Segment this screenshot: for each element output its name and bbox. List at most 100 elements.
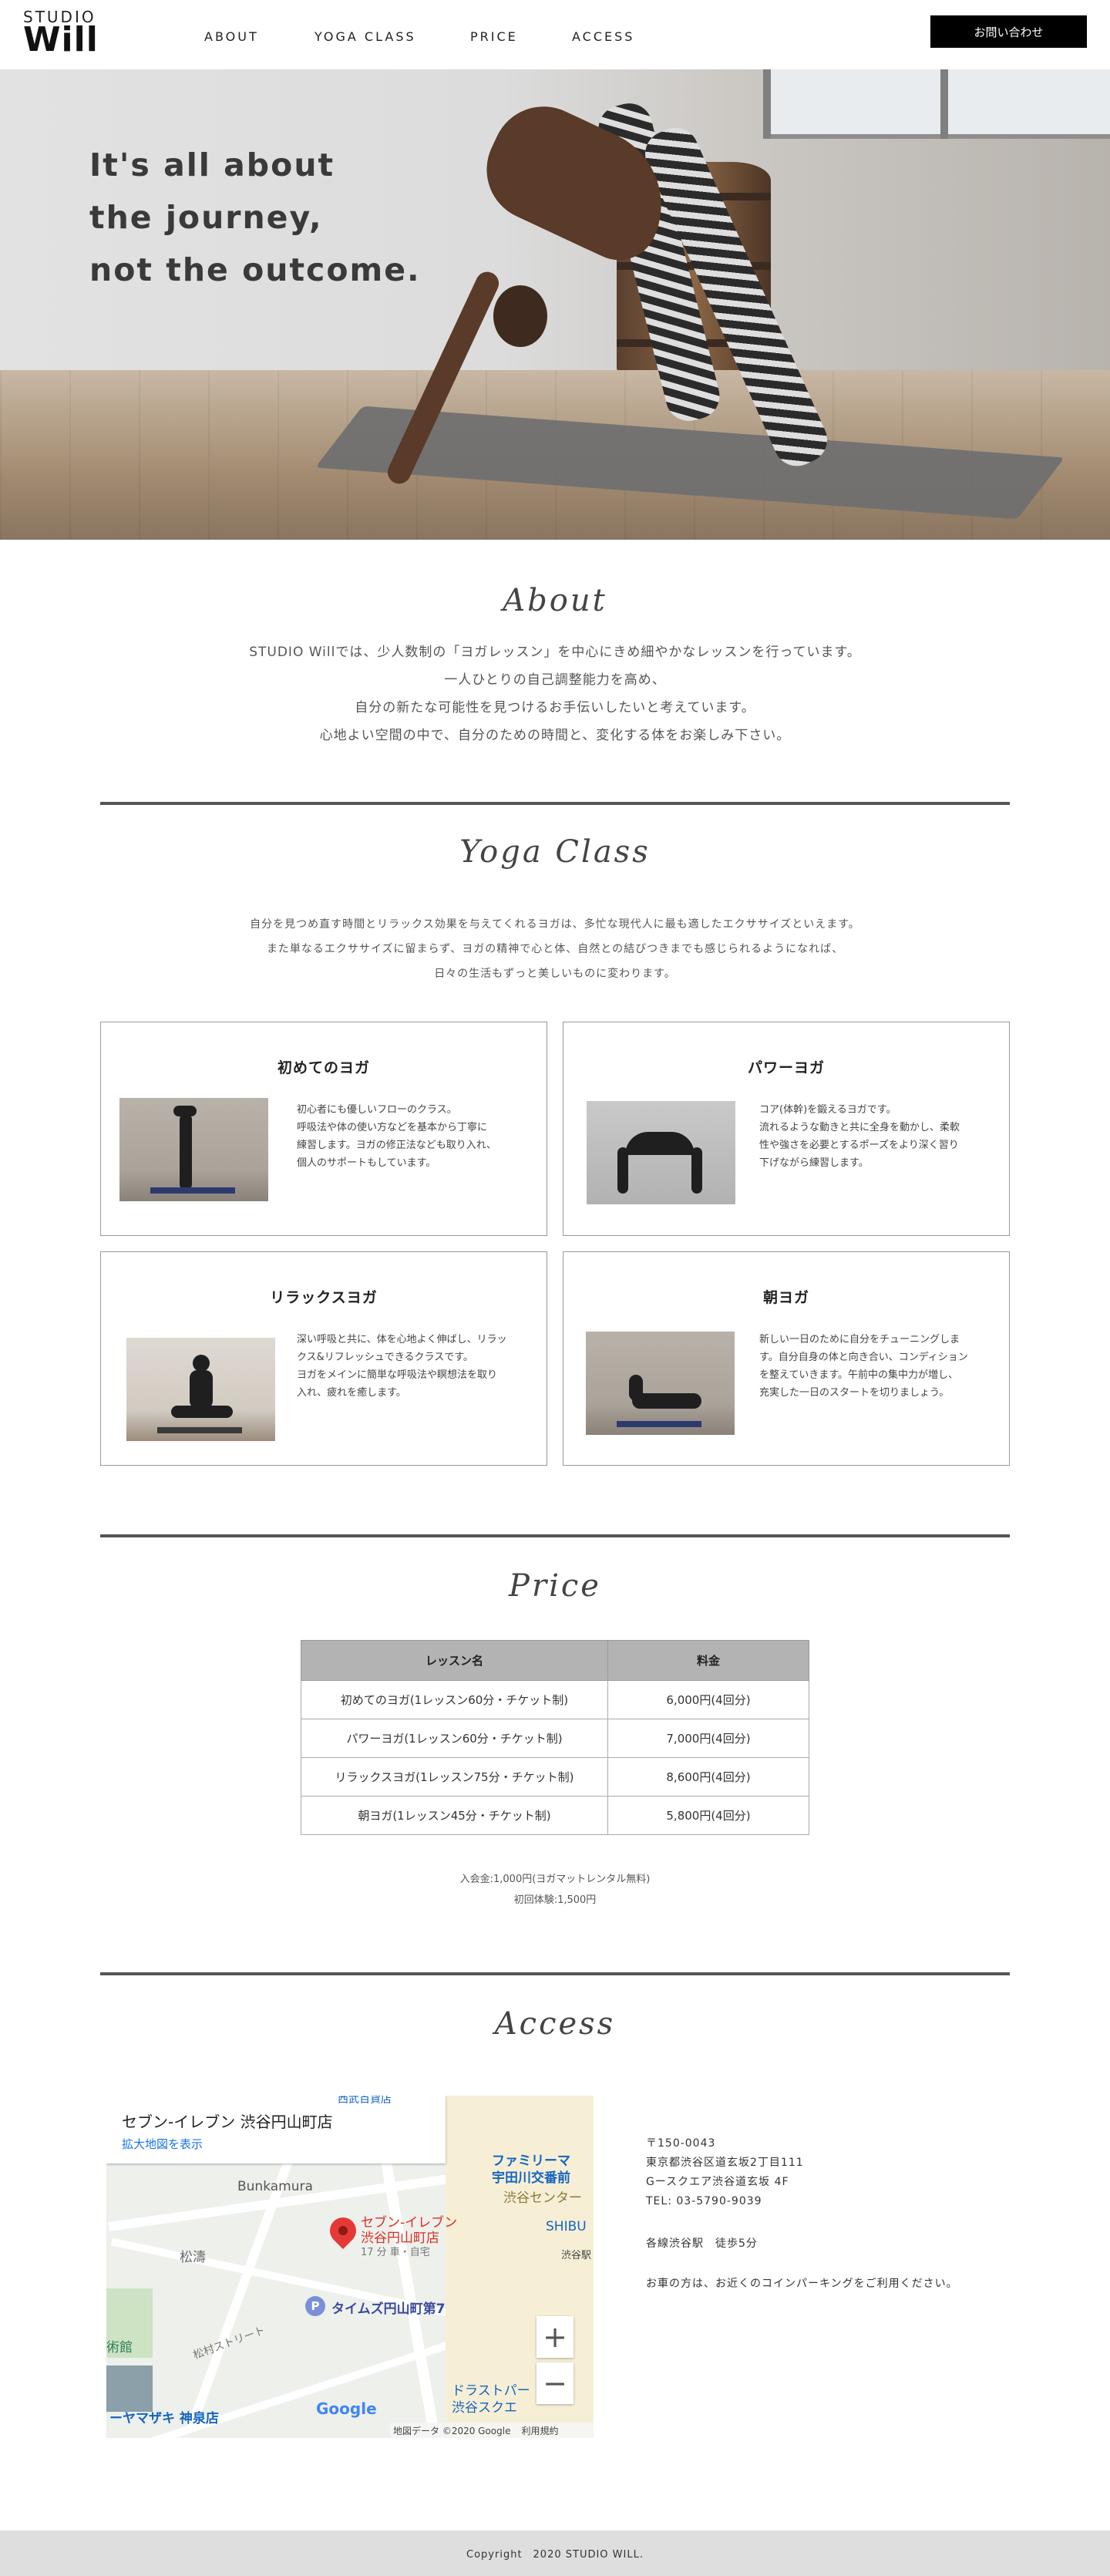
map-label: 渋谷スクエ <box>452 2400 517 2416</box>
card-desc-line: 呼吸法や体の使い方などを基本から丁寧に <box>297 1122 488 1133</box>
about-line: STUDIO Willでは、少人数制の「ヨガレッスン」を中心にきめ細やかなレッス… <box>249 645 861 660</box>
card-desc-line: を整えていきます。午前中の集中力が増し、 <box>759 1369 959 1381</box>
lesson-price: 7,000円(4回分) <box>607 1719 809 1758</box>
map-label: 術館 <box>106 2340 133 2355</box>
map-label: 渋谷センター <box>503 2190 582 2206</box>
card-description: 新しい一日のために自分をチューニングしま す。自分自身の体と向き合い、コンディシ… <box>759 1331 983 1402</box>
map-label: タイムズ円山町第7 <box>331 2302 446 2317</box>
card-title: リラックスヨガ <box>270 1289 378 1306</box>
map-pin-icon[interactable] <box>324 2211 362 2250</box>
lesson-price: 5,800円(4回分) <box>607 1796 809 1835</box>
card-desc-line: 初心者にも優しいフローのクラス。 <box>297 1104 457 1116</box>
map-attribution: 地図データ ©2020 Google <box>393 2425 511 2436</box>
address-line: 〒150-0043 <box>646 2137 716 2150</box>
price-note: 初回体験:1,500円 <box>513 1894 597 1906</box>
card-title: パワーヨガ <box>747 1059 825 1076</box>
yoga-intro: 自分を見つめ直す時間とリラックス効果を与えてくれるヨガは、多忙な現代人に最も適し… <box>0 912 1110 986</box>
card-desc-line: コア(体幹)を鍛えるヨガです。 <box>759 1104 896 1116</box>
class-card-relax: リラックスヨガ 深い呼吸と共に、体を心地よく伸ばし、リラッ クス&リフレッシュで… <box>100 1251 547 1466</box>
map-attribution-bar: 地図データ ©2020 Google 利用規約 <box>390 2423 594 2438</box>
lesson-price: 8,600円(4回分) <box>607 1757 809 1796</box>
google-logo: Google <box>316 2399 377 2418</box>
column-header: 料金 <box>607 1640 809 1681</box>
yoga-intro-line: また単なるエクササイズに留まらず、ヨガの精神で心と体、自然との結びつきまでも感じ… <box>266 943 844 955</box>
card-desc-line: 流れるような動きと共に全身を動かし、柔軟 <box>759 1122 960 1133</box>
card-desc-line: 入れ、疲れを癒します。 <box>297 1387 406 1399</box>
card-desc-line: 練習します。ヨガの修正法なども取り入れ、 <box>297 1140 496 1151</box>
map-label: ーヤマザキ 神泉店 <box>109 2411 219 2426</box>
price-notes: 入会金:1,000円(ヨガマットレンタル無料) 初回体験:1,500円 <box>0 1869 1110 1911</box>
copyright-text: Copyright 2020 STUDIO WILL. <box>466 2549 644 2561</box>
map-enlarge-link[interactable]: 拡大地図を表示 <box>122 2136 203 2152</box>
class-card-power: パワーヨガ コア(体幹)を鍛えるヨガです。 流れるような動きと共に全身を動かし、… <box>563 1022 1010 1236</box>
map-place-name: セブン-イレブン 渋谷円山町店 <box>122 2113 333 2131</box>
card-desc-line: 充実した一日のスタートを切りましょう。 <box>759 1387 950 1399</box>
access-parking: お車の方は、お近くのコインパーキングをご利用ください。 <box>646 2278 958 2290</box>
zoom-out-button[interactable]: − <box>536 2362 574 2404</box>
card-desc-line: 深い呼吸と共に、体を心地よく伸ばし、リラッ <box>297 1334 507 1345</box>
about-text: STUDIO Willでは、少人数制の「ヨガレッスン」を中心にきめ細やかなレッス… <box>0 638 1110 749</box>
access-address: 〒150-0043 東京都渋谷区道玄坂2丁目111 Gースクエア渋谷道玄坂 4F… <box>646 2134 804 2211</box>
about-line: 心地よい空間の中で、自分のための時間と、変化する体をお楽しみ下さい。 <box>319 728 791 743</box>
price-table: レッスン名 料金 初めてのヨガ(1レッスン60分・チケット制) 6,000円(4… <box>301 1640 809 1835</box>
phone-number: TEL: 03-5790-9039 <box>646 2195 762 2207</box>
card-desc-line: 性や強さを必要とするポーズをより深く習り <box>759 1140 959 1151</box>
zoom-in-button[interactable]: + <box>536 2316 574 2358</box>
table-row: パワーヨガ(1レッスン60分・チケット制) 7,000円(4回分) <box>301 1719 809 1758</box>
price-table-header: レッスン名 料金 <box>301 1640 809 1681</box>
class-card-morning: 朝ヨガ 新しい一日のために自分をチューニングしま す。自分自身の体と向き合い、コ… <box>563 1251 1010 1466</box>
lesson-name: 初めてのヨガ(1レッスン60分・チケット制) <box>301 1680 608 1719</box>
address-line: Gースクエア渋谷道玄坂 4F <box>646 2176 789 2188</box>
about-line: 自分の新たな可能性を見つけるお手伝いしたいと考えています。 <box>355 700 755 716</box>
card-desc-line: 新しい一日のために自分をチューニングしま <box>759 1334 960 1345</box>
section-divider <box>100 1972 1010 1975</box>
card-description: 初心者にも優しいフローのクラス。 呼吸法や体の使い方などを基本から丁寧に 練習し… <box>297 1101 520 1172</box>
map-label: 宇田川交番前 <box>492 2170 570 2186</box>
lesson-name: 朝ヨガ(1レッスン45分・チケット制) <box>301 1796 608 1835</box>
table-row: 朝ヨガ(1レッスン45分・チケット制) 5,800円(4回分) <box>301 1796 809 1835</box>
hero-line: It's all about <box>89 146 335 184</box>
card-description: コア(体幹)を鍛えるヨガです。 流れるような動きと共に全身を動かし、柔軟 性や強… <box>759 1101 983 1172</box>
table-row: 初めてのヨガ(1レッスン60分・チケット制) 6,000円(4回分) <box>301 1680 809 1719</box>
address-line: 東京都渋谷区道玄坂2丁目111 <box>646 2157 804 2169</box>
logo-will-text[interactable]: Will <box>23 23 99 57</box>
card-photo <box>126 1338 275 1441</box>
site-header: STUDIO Will ABOUT YOGA CLASS PRICE ACCES… <box>0 0 1110 69</box>
card-title: 初めてのヨガ <box>277 1059 370 1076</box>
access-station: 各線渋谷駅 徒歩5分 <box>646 2238 758 2250</box>
parking-icon: P <box>305 2296 325 2316</box>
about-line: 一人ひとりの自己調整能力を高め、 <box>444 672 666 688</box>
lesson-name: リラックスヨガ(1レッスン75分・チケット制) <box>301 1757 608 1796</box>
yoga-class-heading: Yoga Class <box>459 834 651 870</box>
lesson-name: パワーヨガ(1レッスン60分・チケット制) <box>301 1719 608 1758</box>
google-map[interactable]: セブン-イレブン 渋谷円山町店 拡大地図を表示 西武百貨店 Bunkamura … <box>106 2096 594 2438</box>
site-footer: Copyright 2020 STUDIO WILL. <box>0 2531 1110 2576</box>
lesson-price: 6,000円(4回分) <box>607 1680 809 1719</box>
map-label: 渋谷駅 <box>561 2250 592 2261</box>
card-desc-line: 個人のサポートもしています。 <box>297 1157 436 1169</box>
card-desc-line: す。自分自身の体と向き合い、コンディション <box>759 1352 968 1363</box>
card-photo <box>586 1332 735 1435</box>
hero-line: the journey, <box>89 199 323 236</box>
price-note: 入会金:1,000円(ヨガマットレンタル無料) <box>459 1874 651 1885</box>
nav-about[interactable]: ABOUT <box>204 29 259 44</box>
hero-tagline: It's all about the journey, not the outc… <box>89 139 421 296</box>
nav-access[interactable]: ACCESS <box>572 29 634 44</box>
contact-button[interactable]: お問い合わせ <box>930 15 1087 48</box>
nav-yoga-class[interactable]: YOGA CLASS <box>314 29 416 44</box>
card-desc-line: ヨガをメインに簡単な呼吸法や瞑想法を取り <box>297 1369 498 1381</box>
map-label: 松濤 <box>180 2250 206 2265</box>
map-satellite-thumb[interactable] <box>106 2366 153 2412</box>
map-terms-link[interactable]: 利用規約 <box>522 2424 559 2437</box>
card-desc-line: 下げながら練習します。 <box>759 1157 869 1169</box>
column-header: レッスン名 <box>301 1640 608 1681</box>
nav-price[interactable]: PRICE <box>470 29 518 44</box>
card-photo <box>587 1101 735 1204</box>
price-heading: Price <box>509 1568 601 1604</box>
card-title: 朝ヨガ <box>762 1289 809 1306</box>
map-label: SHIBU <box>546 2219 587 2234</box>
hero-image: It's all about the journey, not the outc… <box>0 69 1110 540</box>
map-label: Bunkamura <box>237 2179 313 2194</box>
section-divider <box>100 802 1010 805</box>
section-divider <box>100 1534 1010 1537</box>
